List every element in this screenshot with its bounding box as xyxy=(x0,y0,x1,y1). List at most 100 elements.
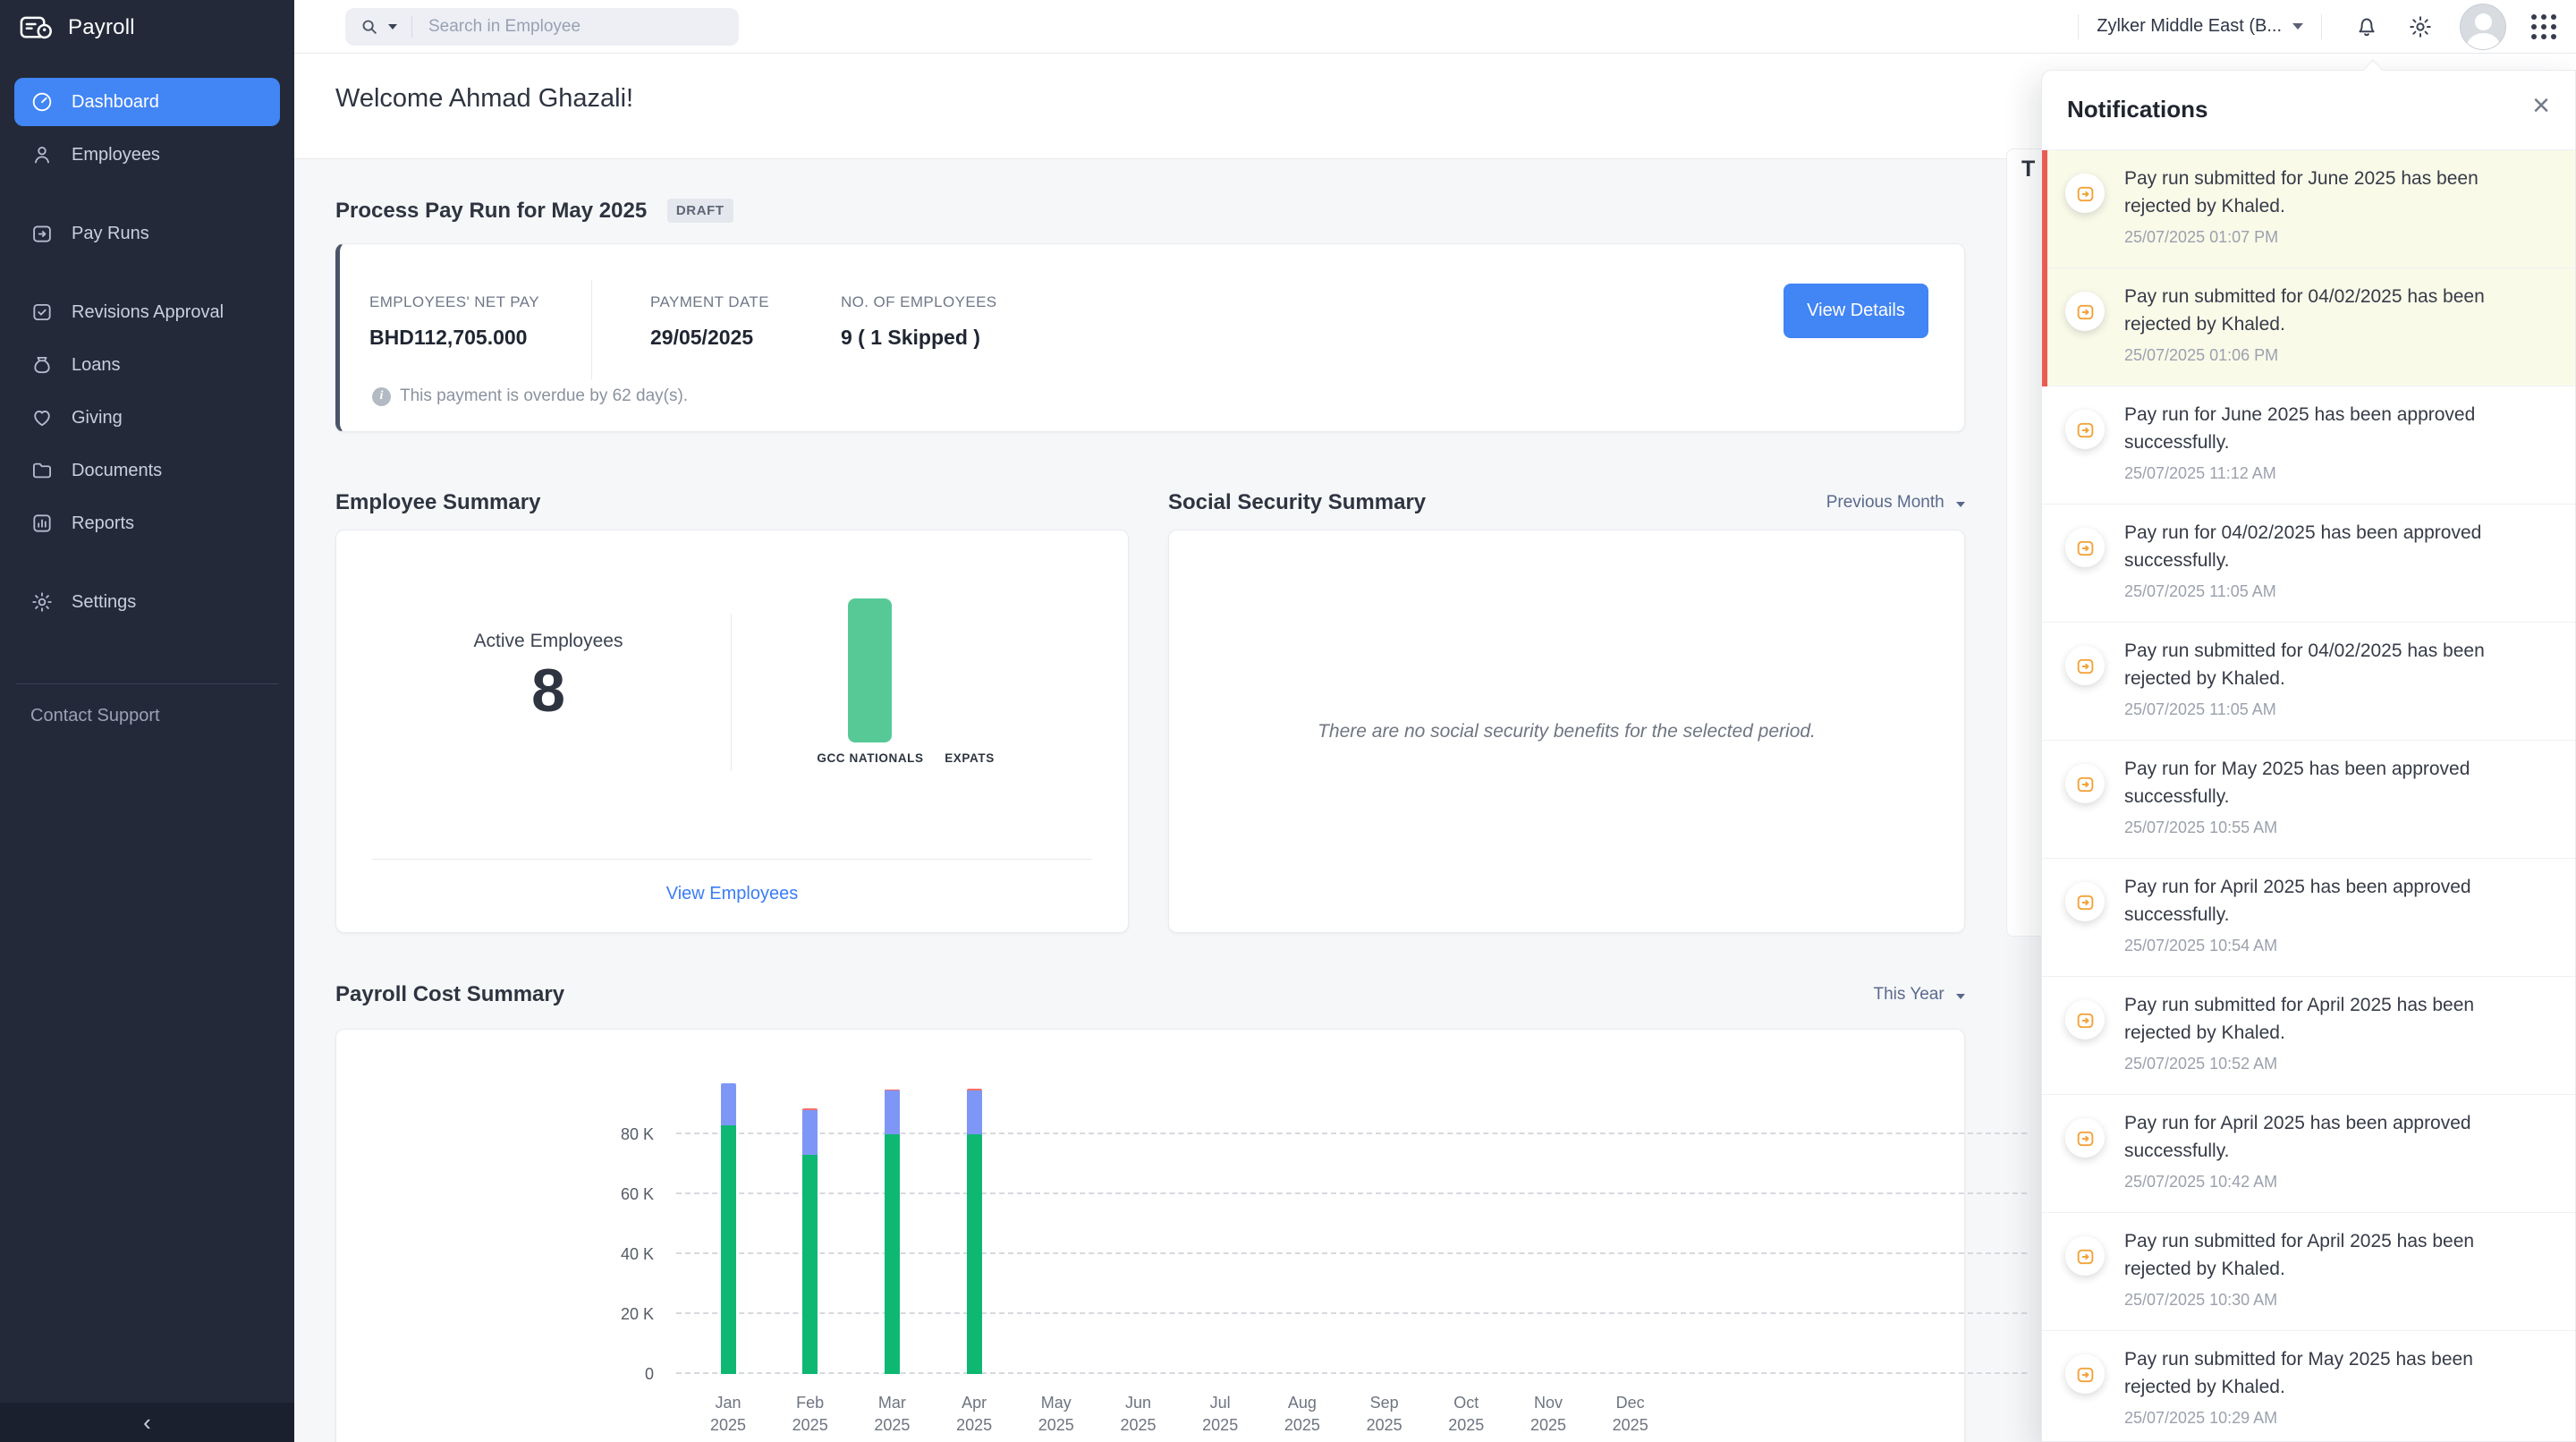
green-segment xyxy=(802,1155,818,1374)
sidebar-item-label: Reports xyxy=(72,513,134,534)
notification-text: Pay run submitted for 04/02/2025 has bee… xyxy=(2124,283,2545,338)
x-axis-tick-label: Dec2025 xyxy=(1589,1392,1672,1437)
stat-divider xyxy=(591,280,592,380)
notification-item[interactable]: Pay run submitted for 04/02/2025 has bee… xyxy=(2042,268,2575,386)
notification-text: Pay run for April 2025 has been approved… xyxy=(2124,1109,2545,1165)
social-security-heading: Social Security Summary xyxy=(1168,490,1426,515)
payroll-cost-filter[interactable]: This Year xyxy=(1610,985,1965,1005)
notification-text: Pay run submitted for June 2025 has been… xyxy=(2124,165,2545,220)
sidebar-item-label: Settings xyxy=(72,592,136,613)
sidebar-collapse-button[interactable]: ‹ xyxy=(0,1403,294,1442)
card-footer-divider xyxy=(372,859,1092,860)
payrun-calendar-icon xyxy=(2065,1236,2105,1276)
sidebar-item-settings[interactable]: Settings xyxy=(14,578,280,626)
x-axis-tick-label: Jun2025 xyxy=(1097,1392,1180,1437)
gridline xyxy=(676,1252,2027,1254)
view-employees-link[interactable]: View Employees xyxy=(336,884,1128,904)
notification-item[interactable]: Pay run for 04/02/2025 has been approved… xyxy=(2042,505,2575,623)
payrun-heading-prefix: Process Pay Run for xyxy=(335,199,546,223)
payrun-calendar-icon xyxy=(2065,1354,2105,1394)
employee-summary-heading: Employee Summary xyxy=(335,490,540,515)
contact-support-link[interactable]: Contact Support xyxy=(14,706,280,726)
y-axis-tick-label: 80 K xyxy=(591,1125,654,1144)
view-details-button[interactable]: View Details xyxy=(1784,284,1928,338)
sidebar-nav: Dashboard Employees Pay Runs Revisions A… xyxy=(0,55,294,726)
blue-segment xyxy=(967,1090,982,1134)
close-icon[interactable]: × xyxy=(2532,90,2550,121)
stat-value: 29/05/2025 xyxy=(650,326,769,350)
sidebar-item-label: Pay Runs xyxy=(72,224,149,244)
notification-item[interactable]: Pay run submitted for April 2025 has bee… xyxy=(2042,977,2575,1095)
app-title: Payroll xyxy=(68,15,135,40)
payroll-logo-icon xyxy=(20,13,54,42)
notification-item[interactable]: Pay run for May 2025 has been approved s… xyxy=(2042,741,2575,859)
chevron-down-icon[interactable] xyxy=(2292,23,2303,30)
user-avatar[interactable] xyxy=(2460,4,2506,50)
search-input[interactable] xyxy=(427,16,695,38)
payroll-cost-plot: 020 K40 K60 K80 KJan2025Feb2025Mar2025Ap… xyxy=(667,1074,1691,1374)
sidebar-item-loans[interactable]: Loans xyxy=(14,341,280,389)
payroll-cost-card: 020 K40 K60 K80 KJan2025Feb2025Mar2025Ap… xyxy=(335,1029,1965,1442)
notifications-panel: Notifications × Pay run submitted for Ju… xyxy=(2041,70,2576,1442)
notification-item[interactable]: Pay run for June 2025 has been approved … xyxy=(2042,386,2575,505)
gridline xyxy=(676,1132,2027,1134)
stat-value: 9 ( 1 Skipped ) xyxy=(841,326,997,350)
notification-item[interactable]: Pay run submitted for May 2025 has been … xyxy=(2042,1331,2575,1441)
sidebar-item-employees[interactable]: Employees xyxy=(14,131,280,179)
app-logo: Payroll xyxy=(0,0,294,55)
notifications-title: Notifications xyxy=(2067,96,2207,123)
org-selector[interactable]: Zylker Middle East (B... xyxy=(2097,16,2282,37)
overdue-text: This payment is overdue by 62 day(s). xyxy=(400,386,688,406)
settings-icon xyxy=(30,590,54,614)
documents-icon xyxy=(30,459,54,482)
notification-time: 25/07/2025 11:12 AM xyxy=(2124,464,2550,483)
gcc-nationals-bar xyxy=(848,598,892,742)
notification-time: 25/07/2025 10:54 AM xyxy=(2124,937,2550,955)
global-search[interactable] xyxy=(345,8,739,46)
topbar-divider xyxy=(2078,14,2079,39)
sidebar-item-pay-runs[interactable]: Pay Runs xyxy=(14,209,280,258)
x-axis-tick-label: May2025 xyxy=(1015,1392,1097,1437)
active-employees-label: Active Employees xyxy=(369,631,727,652)
reports-icon xyxy=(30,512,54,535)
x-axis-tick-label: Jul2025 xyxy=(1179,1392,1261,1437)
notification-item[interactable]: Pay run for April 2025 has been approved… xyxy=(2042,1095,2575,1213)
payrun-card: EMPLOYEES' NET PAY BHD112,705.000 PAYMEN… xyxy=(335,243,1965,432)
social-security-filter[interactable]: Previous Month xyxy=(1610,493,1965,513)
payrun-section-heading: Process Pay Run for May 2025 DRAFT xyxy=(335,199,733,224)
notifications-header: Notifications × xyxy=(2042,71,2575,149)
search-scope-caret-icon[interactable] xyxy=(388,24,397,30)
notification-item[interactable]: Pay run submitted for 04/02/2025 has bee… xyxy=(2042,623,2575,741)
green-segment xyxy=(721,1125,736,1374)
sidebar-item-label: Giving xyxy=(72,408,123,428)
gridline xyxy=(676,1372,2027,1374)
sidebar-item-documents[interactable]: Documents xyxy=(14,446,280,495)
sidebar-item-giving[interactable]: Giving xyxy=(14,394,280,442)
green-segment xyxy=(885,1134,900,1374)
payrun-calendar-icon xyxy=(2065,292,2105,331)
employee-summary-card: Active Employees 8 GCC NATIONALS EXPATS … xyxy=(335,530,1129,933)
notification-text: Pay run for May 2025 has been approved s… xyxy=(2124,755,2545,810)
notification-text: Pay run for April 2025 has been approved… xyxy=(2124,873,2545,929)
info-icon: i xyxy=(372,387,391,406)
sidebar-item-dashboard[interactable]: Dashboard xyxy=(14,78,280,126)
sidebar-item-reports[interactable]: Reports xyxy=(14,499,280,547)
notification-item[interactable]: Pay run submitted for June 2025 has been… xyxy=(2042,150,2575,268)
empty-state-message: There are no social security benefits fo… xyxy=(1318,721,1816,742)
social-security-card: There are no social security benefits fo… xyxy=(1168,530,1965,933)
notification-item[interactable]: Pay run for April 2025 has been approved… xyxy=(2042,859,2575,977)
filter-label: This Year xyxy=(1873,985,1944,1004)
notification-item[interactable]: Pay run submitted for April 2025 has bee… xyxy=(2042,1213,2575,1331)
apps-grid-icon[interactable] xyxy=(2531,14,2556,39)
search-icon xyxy=(360,17,379,37)
gear-icon[interactable] xyxy=(2408,14,2433,39)
chevron-down-icon xyxy=(1956,994,1965,999)
notifications-bell-icon[interactable] xyxy=(2354,14,2379,39)
x-axis-tick-label: Jan2025 xyxy=(687,1392,769,1437)
notification-time: 25/07/2025 10:52 AM xyxy=(2124,1055,2550,1073)
x-axis-tick-label: Sep2025 xyxy=(1343,1392,1426,1437)
status-badge: DRAFT xyxy=(667,199,733,223)
notification-text: Pay run for June 2025 has been approved … xyxy=(2124,401,2545,456)
pay-runs-icon xyxy=(30,222,54,245)
sidebar-item-revisions-approval[interactable]: Revisions Approval xyxy=(14,288,280,336)
